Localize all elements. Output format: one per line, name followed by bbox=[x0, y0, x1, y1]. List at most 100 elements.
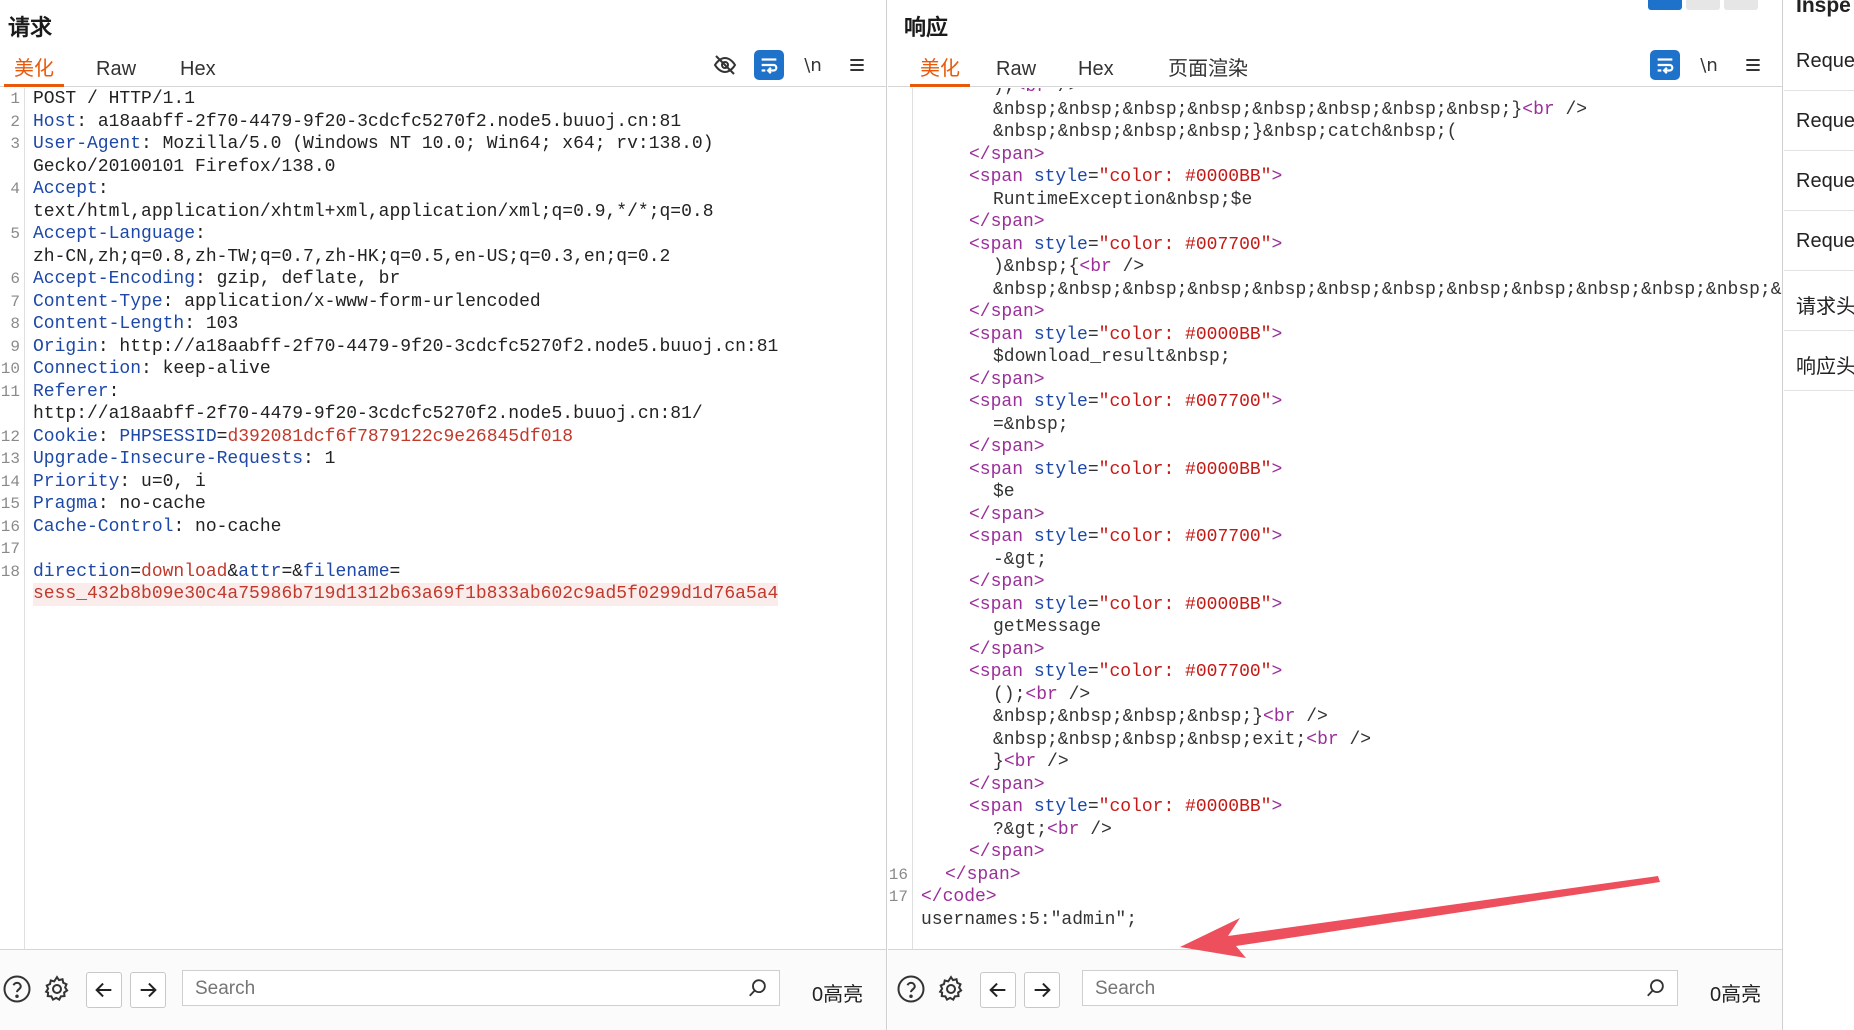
code-token: /> bbox=[1036, 752, 1069, 772]
previous-arrow-icon[interactable] bbox=[980, 972, 1016, 1008]
inspector-item[interactable]: 响应头 bbox=[1796, 350, 1854, 379]
wrap-lines-icon[interactable] bbox=[754, 50, 784, 80]
tab-render[interactable]: 页面渲染 bbox=[1158, 54, 1258, 84]
response-search-input[interactable] bbox=[1093, 975, 1573, 1003]
request-search-input[interactable] bbox=[193, 975, 674, 1003]
code-token: </span> bbox=[969, 504, 1045, 525]
code-token: &nbsp;&nbsp;&nbsp;&nbsp;&nbsp;&nbsp;&nbs… bbox=[993, 279, 1782, 300]
code-token: /> bbox=[1111, 257, 1145, 277]
code-line: $download_result&nbsp; bbox=[993, 346, 1231, 369]
code-token: attr bbox=[238, 561, 282, 582]
response-editor[interactable]: );<br />&nbsp;&nbsp;&nbsp;&nbsp;&nbsp;&n… bbox=[888, 88, 1782, 950]
search-icon[interactable] bbox=[747, 977, 769, 1004]
search-icon[interactable] bbox=[1645, 977, 1667, 1004]
code-line: <span style="color: #0000BB"> bbox=[969, 796, 1282, 819]
request-search-box[interactable] bbox=[182, 970, 780, 1006]
code-line: <span style="color: #007700"> bbox=[969, 234, 1282, 257]
hide-eye-icon[interactable] bbox=[710, 50, 740, 80]
newline-icon[interactable]: \n bbox=[798, 50, 828, 80]
tab-pretty[interactable]: 美化 bbox=[4, 54, 64, 87]
tab-raw[interactable]: Raw bbox=[986, 54, 1046, 84]
tab-pretty[interactable]: 美化 bbox=[910, 54, 970, 87]
code-token: <span bbox=[969, 459, 1034, 480]
line-number: 12 bbox=[0, 427, 20, 446]
next-arrow-icon[interactable] bbox=[130, 972, 166, 1008]
request-toolbar: \n bbox=[710, 50, 872, 80]
code-token: : gzip, deflate, br bbox=[195, 269, 401, 289]
code-token: : u=0, i bbox=[119, 471, 206, 492]
code-line: POST / HTTP/1.1 bbox=[33, 88, 195, 111]
inspector-divider bbox=[1784, 390, 1854, 391]
code-token: PHPSESSID bbox=[119, 426, 217, 447]
inspector-item[interactable]: Reque bbox=[1796, 170, 1854, 193]
request-title: 请求 bbox=[8, 15, 53, 40]
menu-icon[interactable] bbox=[842, 50, 872, 80]
code-token: <span bbox=[969, 527, 1034, 547]
wrap-lines-icon[interactable] bbox=[1650, 50, 1680, 80]
code-token: User-Agent bbox=[33, 134, 142, 154]
code-token: Cache-Control bbox=[33, 516, 174, 537]
code-token: (); bbox=[993, 684, 1026, 705]
line-number: 17 bbox=[0, 540, 20, 558]
response-pane: 响应 美化 Raw Hex 页面渲染 \n );<br />&nbsp;&nbs… bbox=[888, 0, 1783, 1030]
line-number: 11 bbox=[0, 382, 20, 401]
code-token: </span> bbox=[969, 572, 1045, 592]
code-line: usernames:5:"admin"; bbox=[921, 909, 1137, 932]
code-line: </span> bbox=[969, 571, 1045, 594]
code-token: "color: #0000BB" bbox=[1098, 797, 1272, 817]
code-line: text/html,application/xhtml+xml,applicat… bbox=[33, 201, 714, 224]
code-token: </span> bbox=[969, 369, 1045, 390]
code-token: "color: #007700" bbox=[1098, 392, 1272, 412]
layout-button-horizontal[interactable] bbox=[1686, 0, 1720, 10]
code-line: )&nbsp;{<br /> bbox=[993, 256, 1144, 279]
code-token: = bbox=[1087, 594, 1099, 615]
code-line: Gecko/20100101 Firefox/138.0 bbox=[33, 156, 335, 179]
tab-hex[interactable]: Hex bbox=[1068, 54, 1124, 84]
layout-button-split[interactable] bbox=[1648, 0, 1682, 10]
code-token: getMessage bbox=[993, 617, 1102, 637]
help-icon[interactable] bbox=[894, 972, 928, 1006]
settings-gear-icon[interactable] bbox=[934, 972, 968, 1006]
code-token: : application/x-www-form-urlencoded bbox=[162, 291, 541, 312]
inspector-item[interactable]: Reque bbox=[1796, 50, 1854, 73]
newline-icon[interactable]: \n bbox=[1694, 50, 1724, 80]
code-token: > bbox=[1271, 594, 1283, 615]
code-token: Origin bbox=[33, 336, 98, 357]
code-line: Content-Length: 103 bbox=[33, 313, 238, 336]
code-token: Priority bbox=[33, 471, 120, 492]
code-token: style bbox=[1033, 459, 1088, 480]
code-token: = bbox=[1087, 324, 1099, 345]
inspector-item[interactable]: Reque bbox=[1796, 110, 1854, 133]
code-line: <span style="color: #0000BB"> bbox=[969, 594, 1282, 617]
line-number: 17 bbox=[888, 888, 908, 906]
tab-hex[interactable]: Hex bbox=[170, 54, 226, 84]
menu-icon[interactable] bbox=[1738, 50, 1768, 80]
previous-arrow-icon[interactable] bbox=[86, 972, 122, 1008]
code-token: </span> bbox=[969, 212, 1045, 232]
code-line: </span> bbox=[969, 436, 1045, 459]
highlight-count: 0高亮 bbox=[1710, 984, 1762, 1006]
layout-button-vertical[interactable] bbox=[1724, 0, 1758, 10]
tab-raw[interactable]: Raw bbox=[86, 54, 146, 84]
request-editor[interactable]: 1 POST / HTTP/1.1 2 Host: a18aabff-2f70-447… bbox=[0, 88, 886, 950]
settings-gear-icon[interactable] bbox=[40, 972, 74, 1006]
code-line: <span style="color: #007700"> bbox=[969, 661, 1282, 684]
code-token: ?&gt; bbox=[993, 819, 1048, 840]
request-bottom-bar: 0高亮 bbox=[0, 949, 886, 1030]
inspector-item[interactable]: Reque bbox=[1796, 230, 1854, 253]
code-token: </span> bbox=[969, 639, 1045, 660]
code-line: &nbsp;&nbsp;&nbsp;&nbsp;&nbsp;&nbsp;&nbs… bbox=[993, 99, 1587, 122]
next-arrow-icon[interactable] bbox=[1024, 972, 1060, 1008]
help-icon[interactable] bbox=[0, 972, 34, 1006]
code-line: User-Agent: Mozilla/5.0 (Windows NT 10.0… bbox=[33, 133, 714, 156]
response-search-box[interactable] bbox=[1082, 970, 1678, 1006]
response-title: 响应 bbox=[904, 15, 949, 40]
highlight-count: 0高亮 bbox=[812, 984, 864, 1006]
code-token: =& bbox=[281, 561, 304, 582]
code-token: : a18aabff-2f70-4479-9f20-3cdcfc5270f2.n… bbox=[76, 111, 682, 132]
code-token: d392081dcf6f7879122c9e26845df018 bbox=[227, 426, 574, 447]
inspector-item[interactable]: 请求头 bbox=[1796, 290, 1854, 319]
code-token: "color: #007700" bbox=[1098, 527, 1272, 547]
inspector-divider bbox=[1784, 270, 1854, 271]
code-token: <br bbox=[1522, 99, 1555, 120]
